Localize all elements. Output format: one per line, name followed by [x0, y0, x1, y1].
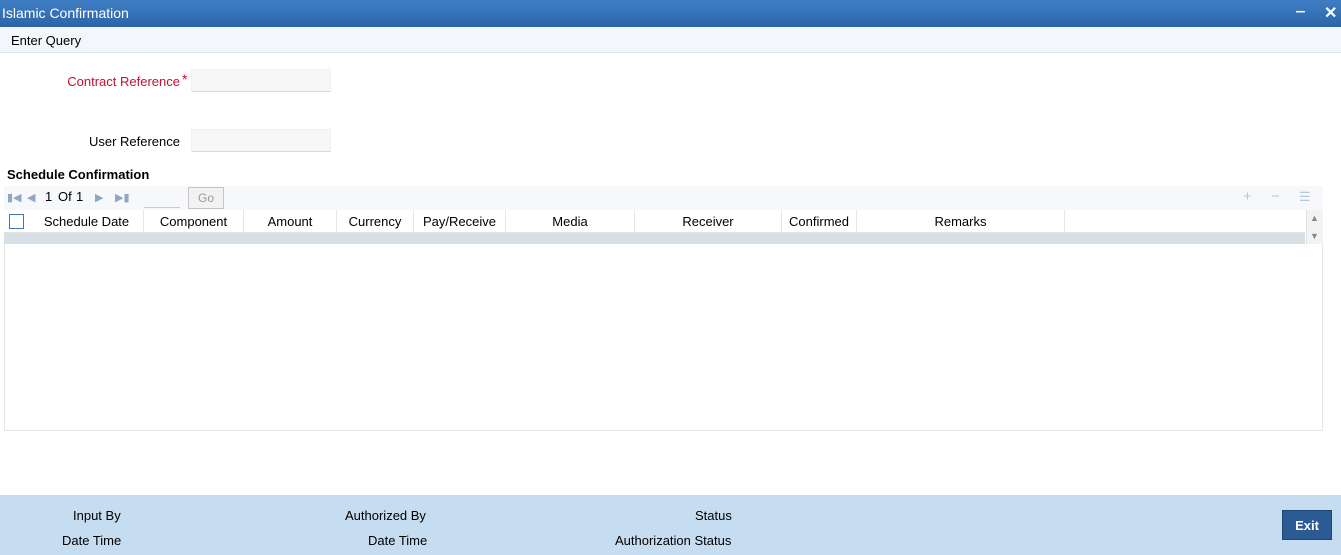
authorization-status-label: Authorization Status: [615, 533, 732, 548]
date-time-label: Date Time: [62, 533, 122, 548]
exit-button[interactable]: Exit: [1282, 510, 1332, 540]
column-header[interactable]: Confirmed: [782, 210, 857, 233]
user-reference-label: User Reference: [88, 134, 180, 149]
next-page-icon[interactable]: ▶: [95, 191, 103, 204]
table-row: [4, 233, 1305, 244]
user-reference-input[interactable]: [191, 129, 331, 152]
audit-footer: Input By Date Time Authorized By Date Ti…: [0, 495, 1341, 555]
title-bar: Islamic Confirmation ‒ ✕: [0, 0, 1341, 27]
grid-scrollbar[interactable]: ▲ ▼: [1306, 210, 1323, 244]
add-row-icon[interactable]: +: [1243, 188, 1252, 205]
schedule-grid-body: [4, 244, 1323, 431]
column-header[interactable]: Media: [506, 210, 635, 233]
enter-query-menu-item[interactable]: Enter Query: [11, 33, 81, 48]
schedule-confirmation-title: Schedule Confirmation: [7, 167, 150, 182]
column-header[interactable]: Component: [144, 210, 244, 233]
status-label: Status: [695, 508, 732, 523]
window-title: Islamic Confirmation: [2, 5, 129, 21]
column-header[interactable]: Pay/Receive: [414, 210, 506, 233]
pagination-bar: ▮◀ ◀ 1 Of 1 ▶ ▶▮ Go + − ☰: [4, 186, 1323, 210]
minimize-icon[interactable]: ‒: [1296, 3, 1305, 21]
first-page-icon[interactable]: ▮◀: [7, 191, 22, 204]
current-page: 1: [45, 189, 53, 204]
close-icon[interactable]: ✕: [1324, 3, 1337, 23]
schedule-grid-header: Schedule Date Component Amount Currency …: [4, 210, 1305, 233]
page-number-input[interactable]: [144, 188, 180, 208]
required-marker: *: [182, 71, 188, 87]
scroll-up-icon[interactable]: ▲: [1310, 213, 1319, 223]
menu-bar: Enter Query: [0, 27, 1341, 53]
scroll-down-icon[interactable]: ▼: [1310, 231, 1319, 241]
single-view-icon[interactable]: ☰: [1299, 189, 1311, 205]
contract-reference-input[interactable]: [191, 69, 331, 92]
date-time-label: Date Time: [368, 533, 428, 548]
column-header[interactable]: Schedule Date: [30, 210, 144, 233]
column-header[interactable]: Currency: [337, 210, 414, 233]
last-page-icon[interactable]: ▶▮: [115, 191, 130, 204]
column-header[interactable]: Amount: [244, 210, 337, 233]
page-of-label: Of: [58, 189, 72, 204]
authorized-by-label: Authorized By: [345, 508, 426, 523]
column-header[interactable]: Remarks: [857, 210, 1065, 233]
select-all-checkbox[interactable]: [9, 214, 24, 229]
total-pages: 1: [76, 189, 84, 204]
column-header[interactable]: Receiver: [635, 210, 782, 233]
go-button[interactable]: Go: [188, 187, 224, 209]
input-by-label: Input By: [73, 508, 121, 523]
contract-reference-label: Contract Reference: [67, 74, 180, 89]
previous-page-icon[interactable]: ◀: [27, 191, 35, 204]
delete-row-icon[interactable]: −: [1271, 188, 1280, 205]
